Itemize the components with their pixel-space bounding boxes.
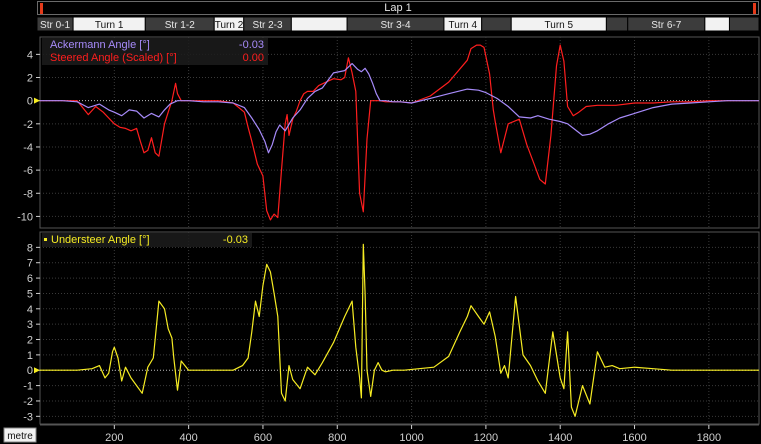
sector-segment[interactable] [704, 16, 730, 32]
sector-segment[interactable] [605, 16, 629, 32]
plot-panel-1[interactable] [39, 36, 760, 229]
x-tick-label: 1200 [474, 432, 498, 444]
x-tick-label: 1600 [622, 432, 646, 444]
y-tick-label: -4 [23, 142, 33, 154]
y-tick-label: 2 [27, 73, 33, 85]
y-tick-label: -2 [23, 119, 33, 131]
legend-series-name: Ackermann Angle [°] [50, 39, 150, 51]
zero-marker-icon [34, 97, 40, 104]
y-tick-label: -3 [23, 411, 33, 423]
x-tick-label: 1800 [697, 432, 721, 444]
x-tick-label: 200 [105, 432, 123, 444]
y-tick-label: 6 [27, 273, 33, 285]
y-tick-label: -2 [23, 396, 33, 408]
x-unit-label: metre [7, 431, 33, 442]
sector-label: Str 6-7 [651, 20, 681, 31]
y-tick-label: 0 [27, 365, 33, 377]
sector-label: Str 2-3 [253, 20, 283, 31]
y-tick-label: 0 [27, 96, 33, 108]
sector-segment[interactable] [290, 16, 348, 32]
y-tick-label: -1 [23, 381, 33, 393]
y-tick-label: -10 [17, 211, 33, 223]
zero-marker-icon [34, 367, 40, 374]
sector-label: Str 1-2 [165, 20, 195, 31]
legend-series-name: Understeer Angle [°] [51, 234, 150, 246]
y-tick-label: 4 [27, 49, 33, 61]
sector-label: Turn 4 [449, 20, 478, 31]
legend-readout-value: -0.03 [223, 234, 248, 246]
y-tick-label: 2 [27, 335, 33, 347]
sector-label: Str 0-1 [40, 20, 70, 31]
sector-label: Turn 1 [95, 20, 124, 31]
plot-panel-2[interactable] [39, 231, 760, 425]
x-tick-label: 600 [254, 432, 272, 444]
y-tick-label: 3 [27, 319, 33, 331]
y-tick-label: 4 [27, 304, 33, 316]
y-tick-label: -6 [23, 165, 33, 177]
chart-area[interactable]: Str 0-1 Turn 1 Str 1-2 Turn 2 Str 2-3 Str 3-4… [0, 0, 761, 444]
legend-readout-value: 0.00 [243, 52, 264, 64]
sector-segment[interactable] [728, 16, 760, 32]
x-tick-label: 800 [328, 432, 346, 444]
x-tick-label: 1400 [548, 432, 572, 444]
legend-series-name: Steered Angle (Scaled) [°] [50, 52, 177, 64]
y-tick-label: 1 [27, 350, 33, 362]
y-tick-label: 7 [27, 258, 33, 270]
sector-label: Turn 5 [545, 20, 574, 31]
sector-label: Str 3-4 [381, 20, 411, 31]
y-tick-label: 5 [27, 288, 33, 300]
x-tick-label: 1000 [399, 432, 423, 444]
y-tick-label: -8 [23, 188, 33, 200]
legend-readout-value: -0.03 [239, 39, 264, 51]
legend-bullet-icon [44, 238, 47, 241]
sector-segment[interactable] [481, 16, 512, 32]
x-tick-label: 400 [179, 432, 197, 444]
y-tick-label: 8 [27, 242, 33, 254]
sector-label: Turn 2 [215, 20, 244, 31]
telemetry-window: Lap 1 Str 0-1 Turn 1 Str 1-2 Turn 2 Str 2-3 S… [0, 0, 761, 444]
